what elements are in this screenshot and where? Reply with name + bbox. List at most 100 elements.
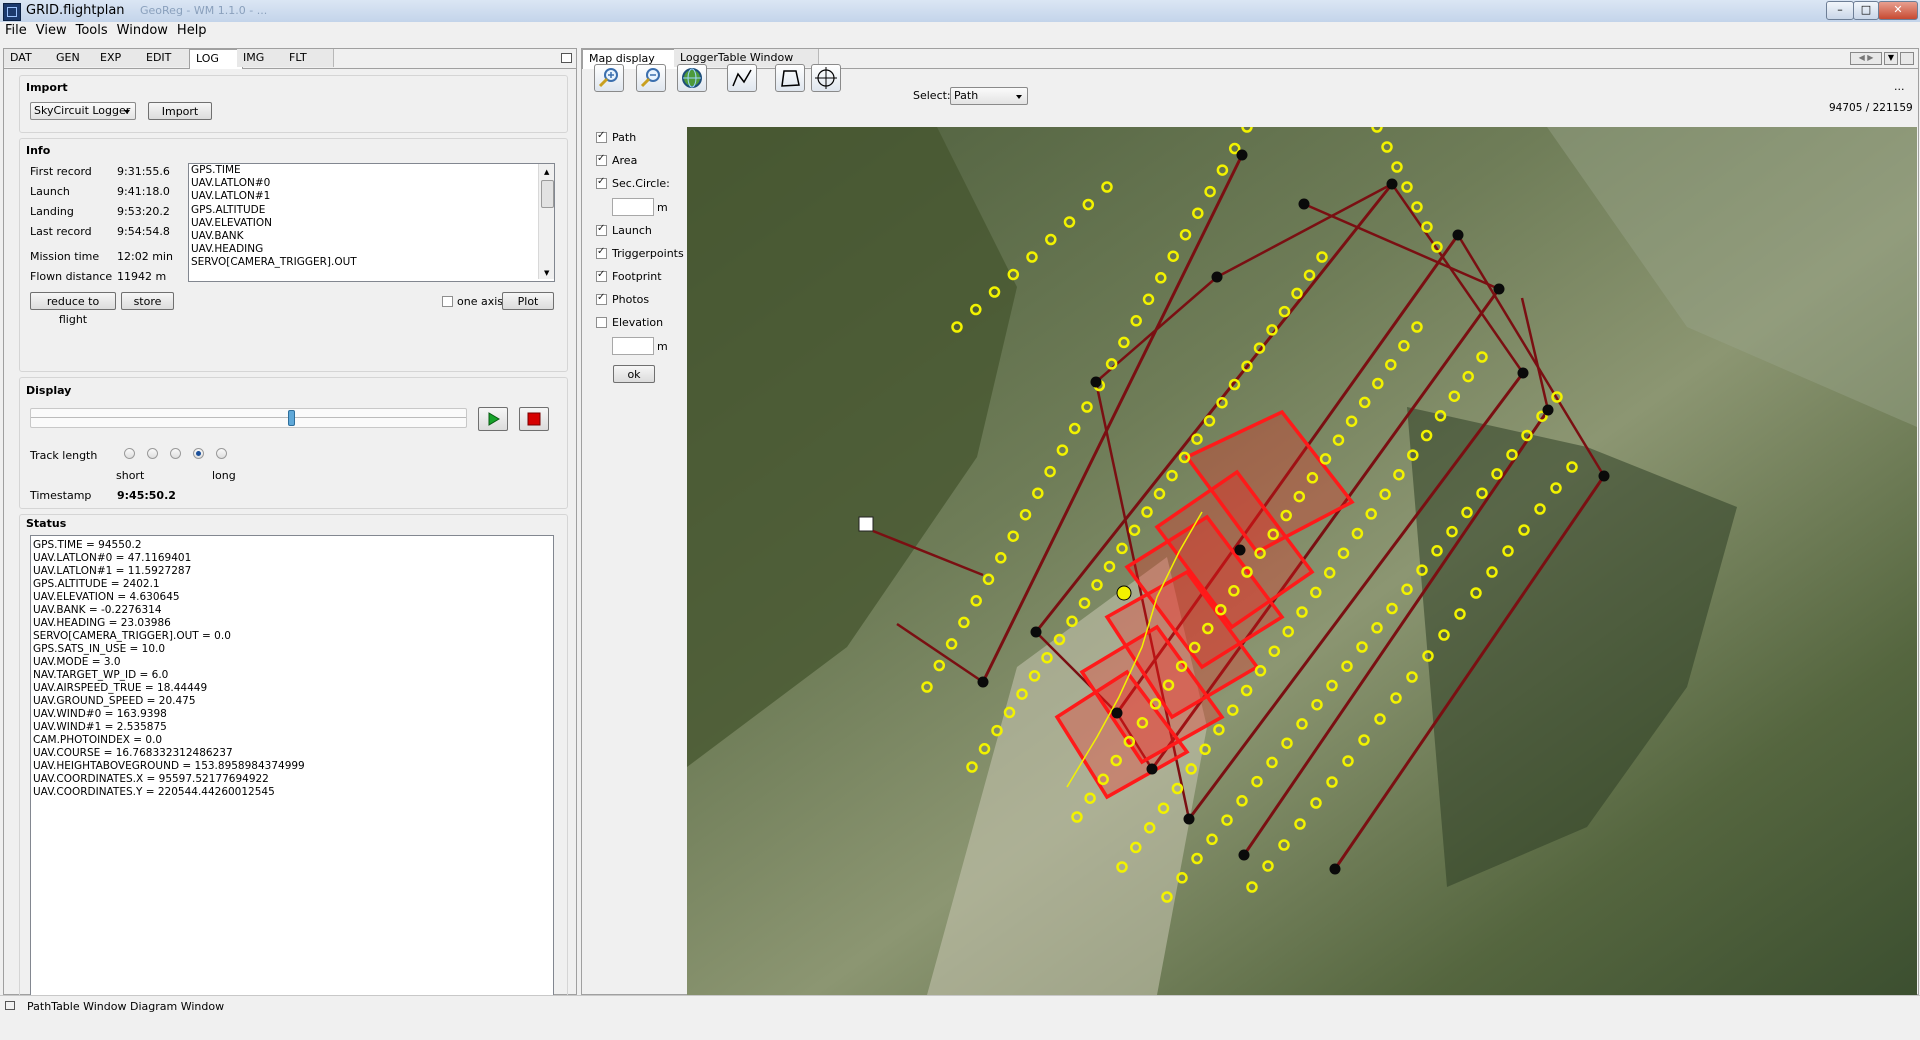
flown-distance-label: Flown distance [30,270,113,283]
tab-gen[interactable]: GEN [50,49,99,67]
layer-sec-circle-checkbox[interactable] [596,176,607,189]
scroll-thumb[interactable] [541,180,554,208]
track-length-radio-2[interactable] [147,448,158,459]
track-length-radio-3[interactable] [170,448,181,459]
layer-path-label: Path [612,131,637,144]
restore-panel-icon[interactable] [1900,52,1914,65]
more-options[interactable]: ... [1894,80,1905,93]
ok-button[interactable]: ok [613,365,655,383]
import-title: Import [26,81,68,94]
play-button[interactable] [478,407,508,431]
status-bar [0,1016,1920,1040]
map-canvas[interactable] [687,127,1917,995]
tab-log[interactable]: LOG [189,49,243,69]
layer-footprint-checkbox[interactable] [596,269,607,282]
waypoint-marker [1386,178,1398,190]
last-record-value: 9:54:54.8 [117,225,170,238]
layer-path-checkbox[interactable] [596,130,607,143]
timeline-slider[interactable] [30,408,467,428]
channel-list-scrollbar[interactable]: ▲ ▼ [538,164,554,280]
mission-time-label: Mission time [30,250,100,263]
track-length-radio-1[interactable] [124,448,135,459]
polygon-icon [781,70,800,87]
import-group: Import SkyCircuit Logger Import [19,75,568,133]
tab-pathtable-window[interactable]: PathTable Window [27,1000,126,1013]
list-item[interactable]: UAV.HEADING [189,243,554,256]
restore-panel-icon[interactable] [561,53,572,63]
list-item[interactable]: UAV.ELEVATION [189,217,554,230]
layer-launch-checkbox[interactable] [596,223,607,236]
elevation-unit: m [657,340,668,353]
list-item[interactable]: GPS.ALTITUDE [189,204,554,217]
layer-triggerpoints-checkbox[interactable] [596,246,607,259]
status-line: GPS.ALTITUDE = 2402.1 [33,578,160,590]
list-item[interactable]: UAV.LATLON#0 [189,177,554,190]
reduce-to-flight-button[interactable]: reduce to flight [30,292,116,326]
uav-position-marker [1116,585,1132,601]
tab-diagram-window[interactable]: Diagram Window [130,1000,224,1013]
list-item[interactable]: UAV.LATLON#1 [189,190,554,203]
zoom-extent-button[interactable] [677,64,707,92]
select-dropdown[interactable]: Path [950,87,1028,105]
scroll-up-icon[interactable]: ▲ [542,166,549,179]
slider-thumb[interactable] [288,410,295,426]
channel-list[interactable]: GPS.TIME UAV.LATLON#0 UAV.LATLON#1 GPS.A… [188,163,555,282]
title-bar: GRID.flightplan GeoReg - WM 1.1.0 - ... … [0,0,1920,23]
list-item[interactable]: GPS.TIME [189,164,554,177]
elevation-input[interactable] [612,337,654,355]
draw-area-button[interactable] [775,64,805,92]
plot-button[interactable]: Plot [502,292,554,310]
layer-elevation-checkbox[interactable] [596,317,607,328]
list-item[interactable]: SERVO[CAMERA_TRIGGER].OUT [189,256,554,269]
menu-tools[interactable]: Tools [71,22,112,38]
draw-path-button[interactable] [727,64,757,92]
waypoint-marker [1238,849,1250,861]
store-button[interactable]: store [121,292,174,310]
menu-window[interactable]: Window [112,22,172,38]
first-record-label: First record [30,165,92,178]
track-length-radio-4[interactable] [193,448,204,459]
zoom-out-button[interactable] [636,64,666,92]
sec-circle-radius-input[interactable] [612,198,654,216]
app-icon [3,3,21,21]
restore-window-icon[interactable] [5,1001,15,1010]
menu-file[interactable]: File [0,22,31,38]
status-line: UAV.HEADING = 23.03986 [33,617,171,629]
maximize-button[interactable]: □ [1853,1,1879,20]
minimize-button[interactable]: – [1826,1,1854,20]
list-item[interactable]: UAV.BANK [189,230,554,243]
status-text-area[interactable]: GPS.TIME = 94550.2 UAV.LATLON#0 = 47.1169… [30,535,554,1013]
play-icon [488,412,500,426]
import-button[interactable]: Import [148,102,212,120]
tab-edit[interactable]: EDIT [140,49,194,67]
center-position-button[interactable] [811,64,841,92]
waypoint-marker [1517,367,1529,379]
tab-scroll-arrows-icon[interactable]: ◀ ▶ [1850,52,1882,65]
chevron-down-icon [1016,95,1022,99]
zoom-in-button[interactable] [594,64,624,92]
menu-view[interactable]: View [31,22,71,38]
tab-img[interactable]: IMG [237,49,288,67]
tab-flt[interactable]: FLT [283,49,334,67]
close-button[interactable]: ✕ [1878,1,1918,20]
tab-dat[interactable]: DAT [4,49,55,67]
menu-help[interactable]: Help [172,22,211,38]
stop-button[interactable] [519,407,549,431]
status-line: UAV.MODE = 3.0 [33,656,121,668]
slider-groove [31,417,466,418]
tab-list-icon[interactable]: ▼ [1884,52,1898,65]
scroll-down-icon[interactable]: ▼ [542,267,549,280]
waypoint-marker [1211,271,1223,283]
track-length-radio-5[interactable] [216,448,227,459]
layer-area-checkbox[interactable] [596,153,607,166]
map-svg[interactable] [687,127,1917,995]
one-axis-checkbox[interactable] [442,296,453,307]
tab-exp[interactable]: EXP [94,49,145,67]
logger-source-select[interactable]: SkyCircuit Logger [30,102,136,120]
layer-photos-checkbox[interactable] [596,292,607,305]
window-title: GRID.flightplan [26,3,125,18]
one-axis-label: one axis [457,295,504,308]
waypoint-marker [1329,863,1341,875]
waypoint-marker [977,676,989,688]
bottom-bar: PathTable Window Diagram Window [0,995,1920,1016]
